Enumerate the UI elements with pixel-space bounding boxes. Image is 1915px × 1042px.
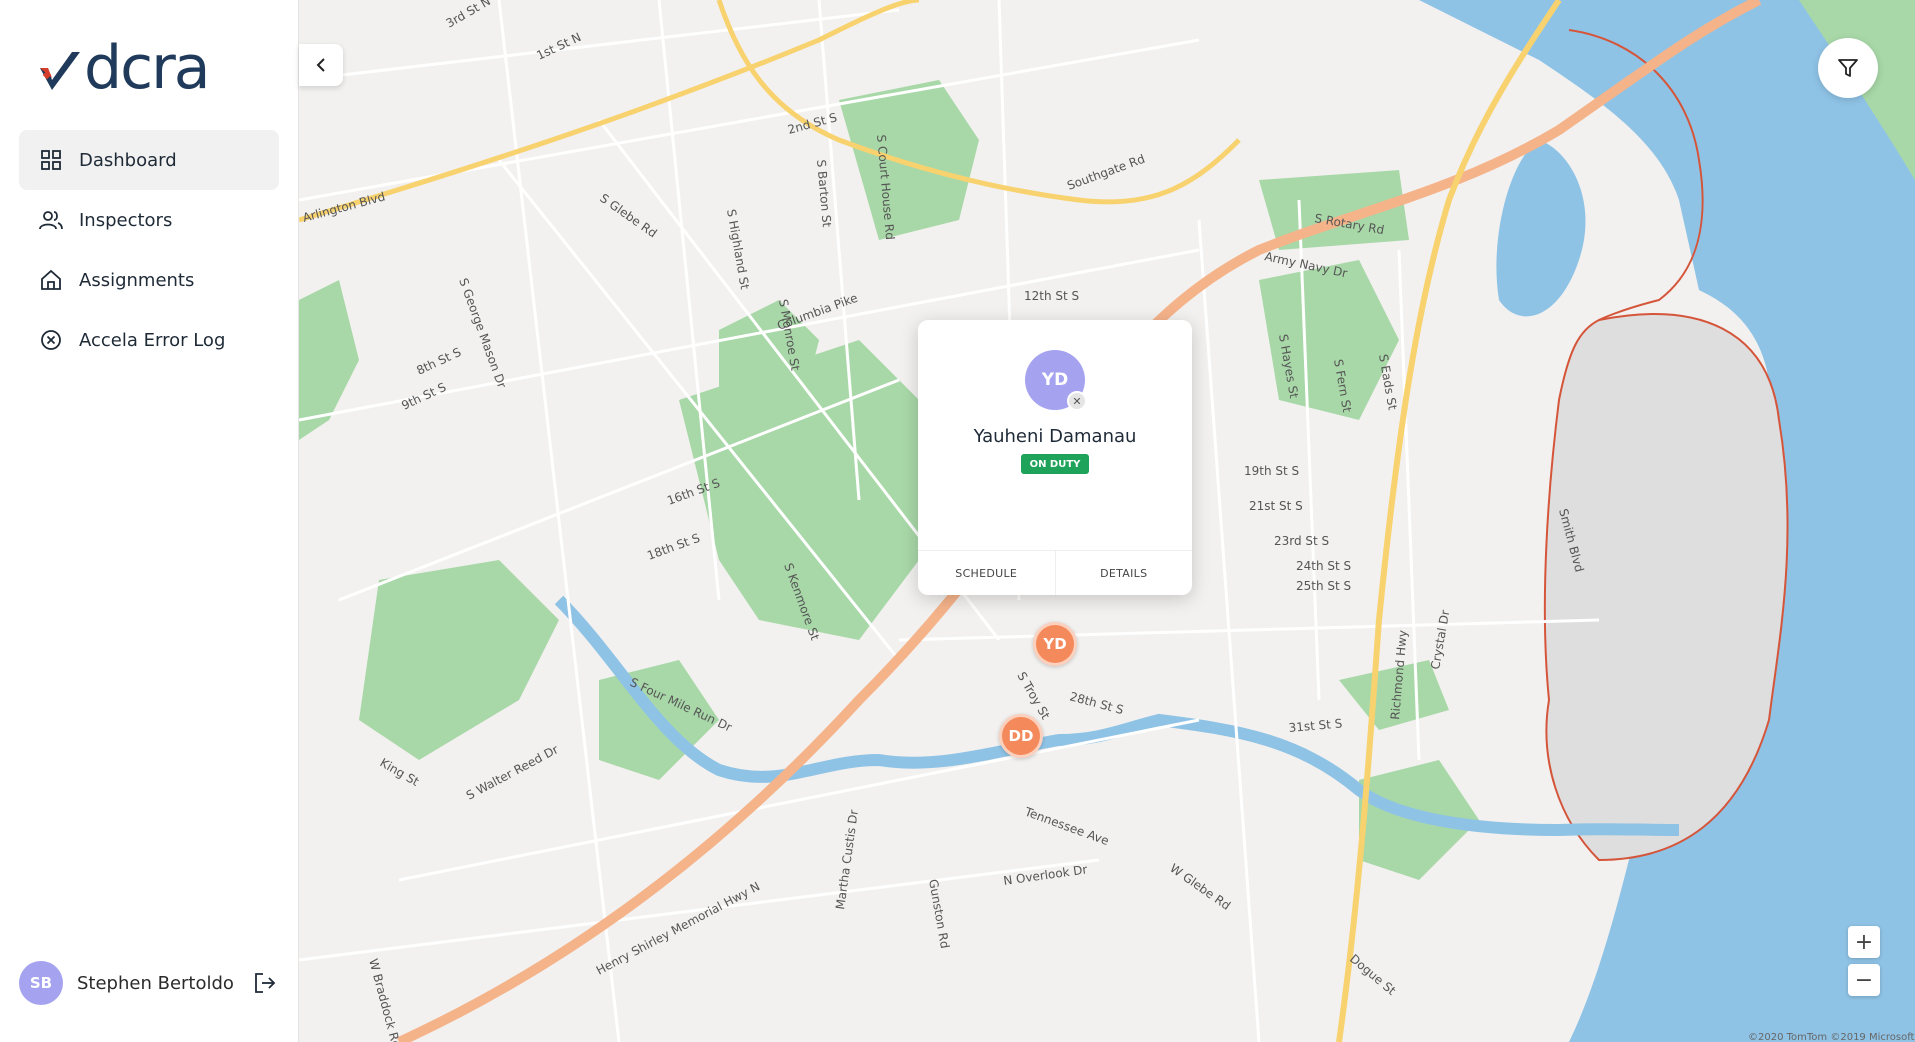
street-label: S George Mason Dr xyxy=(456,276,509,390)
street-label: 31st St S xyxy=(1288,716,1343,735)
street-label: 25th St S xyxy=(1296,579,1351,593)
street-label: King St xyxy=(378,755,422,789)
street-label: Dogue St xyxy=(1347,952,1399,998)
street-label: 12th St S xyxy=(1024,289,1079,303)
street-label: S Highland St xyxy=(724,208,752,291)
inner-lagoon xyxy=(1496,140,1586,317)
street-label: Martha Custis Dr xyxy=(833,809,861,911)
inspector-popup: YD ✕ Yauheni Damanau ON DUTY SCHEDULE DE… xyxy=(918,320,1192,595)
park-2 xyxy=(299,280,359,440)
user-name: Stephen Bertoldo xyxy=(77,972,234,994)
street-label: Tennessee Ave xyxy=(1022,804,1111,848)
filter-icon xyxy=(1838,59,1858,77)
details-button[interactable]: DETAILS xyxy=(1054,551,1193,595)
logo-text: dcra xyxy=(84,33,211,103)
sidebar-item-assignments[interactable]: Assignments xyxy=(19,250,279,310)
street-label: Henry Shirley Memorial Hwy N xyxy=(594,879,762,977)
zoom-controls: + − xyxy=(1848,926,1880,1002)
logo-check-icon xyxy=(40,52,80,90)
error-circle-icon xyxy=(39,328,63,352)
street-label: Southgate Rd xyxy=(1065,152,1147,193)
sidebar-item-label: Accela Error Log xyxy=(79,329,226,351)
street-label: Gunston Rd xyxy=(926,878,952,950)
street-label: W Glebe Rd xyxy=(1167,861,1233,913)
street-label: S Walter Reed Dr xyxy=(464,742,561,802)
users-icon xyxy=(39,208,63,232)
schedule-button[interactable]: SCHEDULE xyxy=(918,551,1055,595)
zoom-in-button[interactable]: + xyxy=(1848,926,1880,958)
avatar[interactable]: SB xyxy=(19,961,63,1005)
dashboard-icon xyxy=(39,148,63,172)
street-label: 18th St S xyxy=(645,531,702,563)
popup-actions: SCHEDULE DETAILS xyxy=(918,550,1192,595)
street-label: S Glebe Rd xyxy=(597,191,659,240)
street-label: 24th St S xyxy=(1296,559,1351,573)
filter-button[interactable] xyxy=(1818,38,1878,98)
sidebar: dcra Dashboard Inspectors Assignments Ac… xyxy=(0,0,299,1042)
zoom-out-button[interactable]: − xyxy=(1848,964,1880,996)
inspector-marker[interactable]: DD xyxy=(999,714,1043,758)
interchange xyxy=(716,0,1241,205)
home-icon xyxy=(39,268,63,292)
inspector-marker[interactable]: YD xyxy=(1033,622,1077,666)
dcra-logo[interactable]: dcra xyxy=(38,33,211,103)
street-label: 19th St S xyxy=(1244,464,1299,478)
inspector-name: Yauheni Damanau xyxy=(973,426,1137,447)
sidebar-item-label: Assignments xyxy=(79,269,195,291)
sidebar-item-label: Inspectors xyxy=(79,209,173,231)
street-label: S Eads St xyxy=(1376,353,1400,411)
status-badge: ON DUTY xyxy=(1021,454,1089,474)
street-label: Arlington Blvd xyxy=(301,189,387,224)
sidebar-item-dashboard[interactable]: Dashboard xyxy=(19,130,279,190)
street-label: Crystal Dr xyxy=(1428,609,1452,671)
close-icon[interactable]: ✕ xyxy=(1067,391,1087,411)
user-profile: SB Stephen Bertoldo xyxy=(19,960,279,1006)
street-label: 8th St S xyxy=(414,345,463,378)
street-label: 9th St S xyxy=(399,380,448,413)
street-label: W Braddock Rd xyxy=(366,957,403,1042)
sidebar-item-accela-error-log[interactable]: Accela Error Log xyxy=(19,310,279,370)
park-5 xyxy=(839,80,979,240)
street-label: 3rd St N xyxy=(444,0,493,31)
logout-icon[interactable] xyxy=(251,969,279,997)
sidebar-nav: Dashboard Inspectors Assignments Accela … xyxy=(19,130,279,370)
chevron-left-icon xyxy=(316,58,325,72)
collapse-sidebar-button[interactable] xyxy=(299,44,343,86)
street-label: S Barton St xyxy=(814,159,834,228)
map-copyright: ©2020 TomTom ©2019 Microsoft xyxy=(1748,1032,1915,1042)
street-label: 21st St S xyxy=(1249,499,1303,513)
sidebar-item-label: Dashboard xyxy=(79,149,177,171)
street-label: 28th St S xyxy=(1068,689,1125,717)
street-label: 23rd St S xyxy=(1274,534,1329,548)
sidebar-item-inspectors[interactable]: Inspectors xyxy=(19,190,279,250)
park-3 xyxy=(359,560,559,760)
